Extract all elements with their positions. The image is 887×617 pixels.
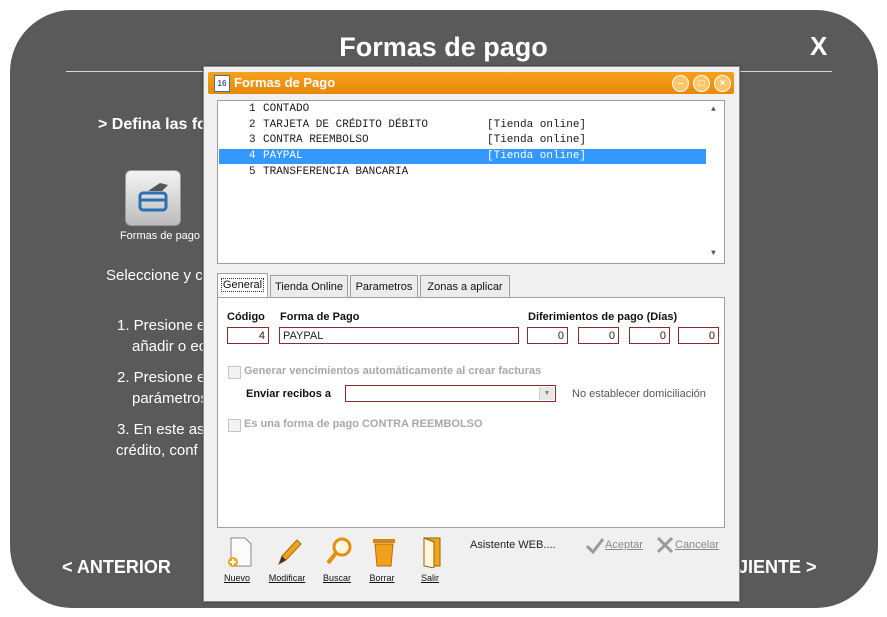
list-item-number: 5	[249, 165, 256, 178]
formas-de-pago-label: Formas de pago	[119, 230, 201, 242]
list-item-tag: [Tienda online]	[487, 150, 587, 163]
scroll-down-icon[interactable]: ▼	[711, 249, 716, 258]
wizard-step1-line1: 1. Presione e	[117, 317, 206, 334]
aceptar-label: Aceptar	[605, 538, 643, 551]
asistente-web-link[interactable]: Asistente WEB....	[470, 539, 556, 551]
formas-de-pago-icon[interactable]	[125, 170, 181, 226]
diferimiento-1-field[interactable]: 0	[527, 327, 568, 344]
wizard-step1-line2: añadir o ec	[132, 338, 207, 355]
forma-de-pago-label: Forma de Pago	[280, 311, 360, 323]
list-item-number: 2	[249, 118, 256, 131]
close-icon[interactable]: ×	[714, 75, 731, 92]
app-icon: 16	[214, 75, 230, 92]
wizard-step2-line2: parámetros	[132, 390, 208, 407]
list-item[interactable]: 5 TRANSFERENCIA BANCARIA	[219, 165, 706, 180]
wizard-step3-line2: crédito, conf	[116, 442, 198, 459]
list-item[interactable]: 1 CONTADO	[219, 102, 706, 117]
list-item-number: 4	[249, 150, 256, 163]
nuevo-label: Nuevo	[223, 573, 250, 583]
chevron-down-icon[interactable]: ▼	[539, 387, 554, 400]
no-domiciliacion-note: No establecer domiciliación	[572, 388, 706, 400]
list-item-name: PAYPAL	[263, 150, 303, 163]
tab-tienda-online[interactable]: Tienda Online	[270, 275, 348, 298]
list-item-name: CONTRA REEMBOLSO	[263, 134, 369, 147]
codigo-label: Código	[227, 311, 265, 323]
magnifier-icon	[326, 537, 352, 565]
nuevo-button[interactable]: Nuevo	[214, 536, 260, 586]
generar-vencimientos-checkbox[interactable]	[228, 366, 241, 379]
enviar-recibos-select[interactable]: ▼	[345, 385, 556, 402]
diferimientos-label: Diferimientos de pago (Días)	[528, 311, 678, 323]
list-item-number: 1	[249, 103, 256, 115]
codigo-field[interactable]: 4	[227, 327, 269, 344]
check-icon	[585, 538, 605, 555]
door-exit-icon	[423, 537, 441, 568]
list-item[interactable]: 4 PAYPAL [Tienda online]	[219, 149, 706, 165]
list-item-name: TARJETA DE CRÉDITO DÉBITO	[263, 118, 429, 131]
borrar-label: Borrar	[369, 573, 395, 583]
minimize-icon[interactable]: –	[672, 75, 689, 92]
dialog-title: Formas de Pago	[234, 75, 336, 90]
list-item-number: 3	[249, 134, 256, 147]
forma-de-pago-field[interactable]: PAYPAL	[279, 327, 519, 344]
tab-general[interactable]: General	[217, 273, 268, 298]
pencil-icon	[278, 539, 302, 566]
wizard-close-button[interactable]: X	[810, 31, 827, 62]
enviar-recibos-label: Enviar recibos a	[246, 388, 331, 400]
contra-reembolso-checkbox[interactable]	[228, 419, 241, 432]
trash-icon	[373, 539, 395, 567]
wizard-select-text: Seleccione y co	[106, 267, 212, 284]
list-item-tag: [Tienda online]	[487, 118, 587, 131]
general-panel: Código 4 Forma de Pago PAYPAL Diferimien…	[217, 297, 725, 528]
cancelar-button[interactable]: Cancelar	[655, 536, 719, 556]
formas-de-pago-dialog: 16 Formas de Pago – □ × 1 CONTADO 2 TARJETA…	[203, 66, 740, 602]
scroll-up-icon[interactable]: ▲	[711, 105, 716, 114]
diferimiento-3-field[interactable]: 0	[629, 327, 670, 344]
borrar-button[interactable]: Borrar	[359, 536, 405, 586]
list-item-name: TRANSFERENCIA BANCARIA	[263, 165, 409, 178]
new-document-icon	[228, 537, 252, 567]
dialog-titlebar[interactable]: 16 Formas de Pago – □ ×	[208, 72, 734, 94]
maximize-icon[interactable]: □	[693, 75, 710, 92]
salir-label: Salir	[420, 573, 439, 583]
list-item-tag: [Tienda online]	[487, 134, 587, 147]
modificar-button[interactable]: Modificar	[264, 536, 310, 586]
list-item-name: CONTADO	[263, 103, 310, 115]
next-button[interactable]: JIENTE >	[738, 557, 817, 578]
generar-vencimientos-label: Generar vencimientos automáticamente al …	[244, 365, 542, 377]
aceptar-button[interactable]: Aceptar	[585, 536, 643, 556]
wizard-step2-line1: 2. Presione e	[117, 369, 206, 386]
buscar-button[interactable]: Buscar	[314, 536, 360, 586]
cancelar-label: Cancelar	[675, 538, 720, 551]
wizard-define-heading: > Defina las fo	[98, 116, 207, 133]
tab-parametros[interactable]: Parametros	[350, 275, 418, 298]
salir-button[interactable]: Salir	[407, 536, 453, 586]
tab-zonas-a-aplicar[interactable]: Zonas a aplicar	[420, 275, 510, 298]
diferimiento-2-field[interactable]: 0	[578, 327, 619, 344]
list-item[interactable]: 3 CONTRA REEMBOLSO [Tienda online]	[219, 133, 706, 148]
card-icon	[138, 183, 168, 212]
previous-button[interactable]: < ANTERIOR	[62, 557, 171, 578]
cancel-x-icon	[656, 536, 674, 554]
contra-reembolso-label: Es una forma de pago CONTRA REEMBOLSO	[244, 418, 483, 430]
wizard-title: Formas de pago	[339, 32, 548, 62]
wizard-step3-line1: 3. En este as	[117, 421, 205, 438]
buscar-label: Buscar	[322, 573, 351, 583]
diferimiento-4-field[interactable]: 0	[678, 327, 719, 344]
payment-methods-list[interactable]: 1 CONTADO 2 TARJETA DE CRÉDITO DÉBITO [Tiend…	[217, 100, 725, 264]
modificar-label: Modificar	[268, 573, 306, 583]
list-scrollbar[interactable]: ▲ ▼	[708, 101, 724, 263]
list-item[interactable]: 2 TARJETA DE CRÉDITO DÉBITO [Tienda online…	[219, 118, 706, 133]
